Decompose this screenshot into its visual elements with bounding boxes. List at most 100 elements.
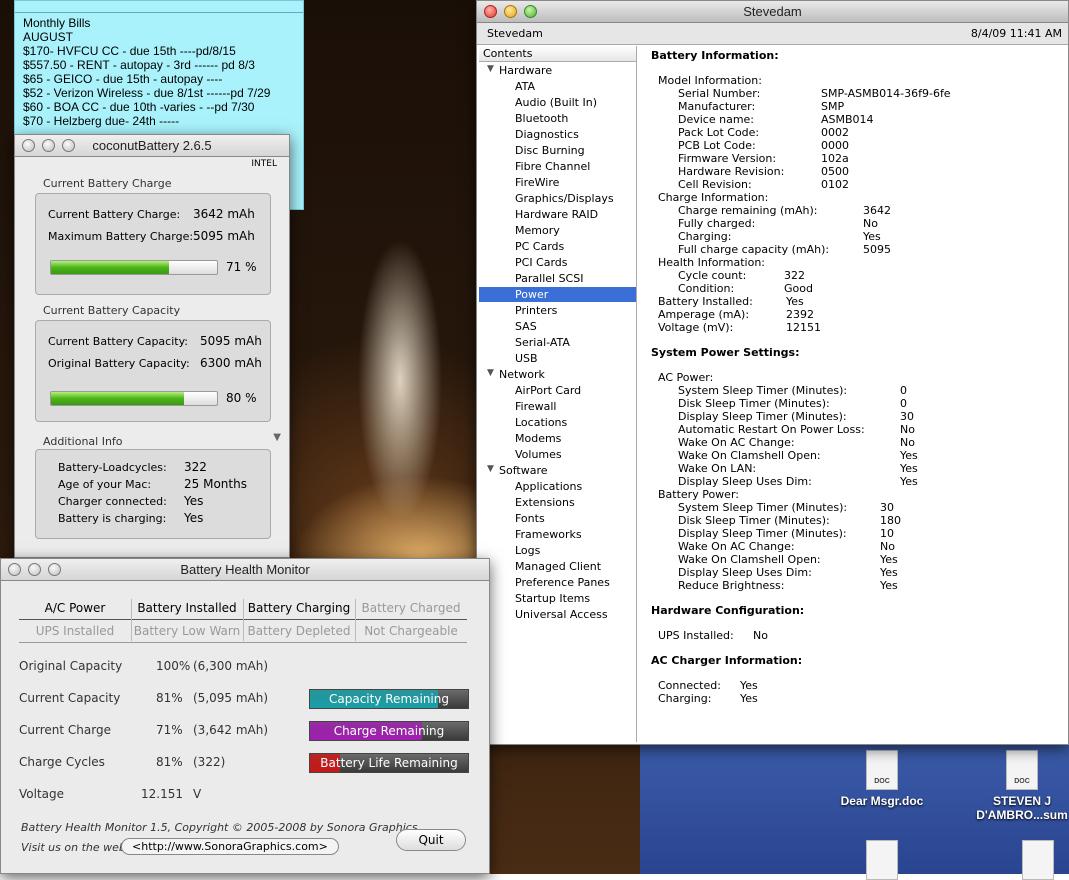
detail-label: Wake On Clamshell Open: [678,449,821,462]
current-charge-label: Current Battery Charge: [48,208,181,221]
stat-percent: 71% [156,723,183,737]
disclosure-triangle-icon[interactable]: ▼ [487,64,494,74]
sticky-note-titlebar[interactable] [15,1,303,13]
sidebar-item-firewire[interactable]: FireWire [515,176,559,189]
minimize-button[interactable] [42,139,55,152]
zoom-button[interactable] [524,5,537,18]
sidebar-item-applications[interactable]: Applications [515,480,582,493]
close-button[interactable] [8,563,21,576]
document-icon[interactable] [866,840,898,880]
sidebar-item-software[interactable]: Software [499,464,548,477]
sidebar-item-network[interactable]: Network [499,368,545,381]
document-icon[interactable] [1022,840,1054,880]
sidebar-item-bluetooth[interactable]: Bluetooth [515,112,568,125]
minimize-button[interactable] [504,5,517,18]
current-charge-value: 3642 mAh [193,207,255,221]
disclosure-triangle-icon[interactable]: ▼ [273,432,281,443]
minimize-button[interactable] [28,563,41,576]
sidebar-item-firewall[interactable]: Firewall [515,400,556,413]
sidebar-item-startup-items[interactable]: Startup Items [515,592,590,605]
sidebar-item-serial-ata[interactable]: Serial-ATA [515,336,570,349]
contents-header[interactable]: Contents [479,46,636,62]
detail-value: ASMB014 [821,113,874,126]
sidebar-item-power[interactable]: Power [515,288,548,301]
sticky-note-line[interactable]: $60 - BOA CC - due 10th -varies - --pd 7… [23,100,295,114]
sidebar-item-usb[interactable]: USB [515,352,538,365]
status-divider [243,599,244,641]
detail-label: Fully charged: [678,217,756,230]
sidebar-item-disc-burning[interactable]: Disc Burning [515,144,585,157]
sidebar-item-graphics-displays[interactable]: Graphics/Displays [515,192,614,205]
sidebar-item-printers[interactable]: Printers [515,304,557,317]
quit-button[interactable]: Quit [396,829,466,851]
stat-label: Charge Cycles [19,755,105,769]
original-capacity-label: Original Battery Capacity: [48,357,190,370]
visit-text: Visit us on the web [21,841,126,854]
sticky-note-line[interactable]: $65 - GEICO - due 15th - autopay ---- [23,72,295,86]
close-button[interactable] [484,5,497,18]
stat-percent: 12.151 [141,787,183,801]
sticky-note-text[interactable]: Monthly Bills AUGUST $170- HVFCU CC - due … [23,16,295,128]
sidebar-item-ata[interactable]: ATA [515,80,535,93]
detail-value: Yes [740,679,758,692]
detail-label: System Sleep Timer (Minutes): [678,384,848,397]
sidebar-item-preference-panes[interactable]: Preference Panes [515,576,610,589]
sidebar-item-parallel-scsi[interactable]: Parallel SCSI [515,272,583,285]
detail-label: Display Sleep Timer (Minutes): [678,527,847,540]
coconutbattery-window[interactable]: coconutBattery 2.6.5 INTEL Current Batte… [14,134,290,558]
original-capacity-value: 6300 mAh [200,356,262,370]
sidebar-item-extensions[interactable]: Extensions [515,496,575,509]
sticky-note-line[interactable]: $170- HVFCU CC - due 15th ----pd/8/15 [23,44,295,58]
desktop-file-icon-1[interactable]: DOC Dear Msgr.doc [822,750,942,808]
window-titlebar[interactable]: coconutBattery 2.6.5 [15,135,289,157]
system-profiler-window[interactable]: Stevedam Stevedam 8/4/09 11:41 AM Conten… [476,0,1069,745]
sidebar-item-locations[interactable]: Locations [515,416,567,429]
sticky-note-line[interactable]: $70 - Helzberg due- 24th ----- [23,114,295,128]
sticky-note-line[interactable]: AUGUST [23,30,295,44]
sidebar-item-pci-cards[interactable]: PCI Cards [515,256,568,269]
capacity-progress-bar [50,391,218,406]
sidebar-item-memory[interactable]: Memory [515,224,560,237]
zoom-button[interactable] [48,563,61,576]
sidebar-item-pc-cards[interactable]: PC Cards [515,240,564,253]
window-titlebar[interactable]: Stevedam [477,1,1068,23]
section-header: Hardware Configuration: [651,604,805,617]
detail-label: System Sleep Timer (Minutes): [678,501,848,514]
sidebar-item-hardware-raid[interactable]: Hardware RAID [515,208,598,221]
sidebar-item-logs[interactable]: Logs [515,544,540,557]
sidebar-item-fonts[interactable]: Fonts [515,512,545,525]
detail-value: 0 [900,384,907,397]
remaining-bar-label: Charge Remaining [333,724,445,738]
detail-label: Wake On Clamshell Open: [678,553,821,566]
close-button[interactable] [22,139,35,152]
website-link[interactable]: <http://www.SonoraGraphics.com> [121,838,339,855]
zoom-button[interactable] [62,139,75,152]
disclosure-triangle-icon[interactable]: ▼ [487,368,494,378]
contents-sidebar[interactable]: Contents ▼ Hardware ATA Audio (Built In) Blu… [479,46,637,742]
sidebar-item-hardware[interactable]: Hardware [499,64,552,77]
sticky-note-line[interactable]: $557.50 - RENT - autopay - 3rd ------ pd… [23,58,295,72]
sidebar-item-sas[interactable]: SAS [515,320,537,333]
sidebar-item-audio-built-in-[interactable]: Audio (Built In) [515,96,597,109]
sidebar-item-modems[interactable]: Modems [515,432,561,445]
detail-label: Connected: [658,679,721,692]
sidebar-item-fibre-channel[interactable]: Fibre Channel [515,160,590,173]
detail-label: Display Sleep Timer (Minutes): [678,410,847,423]
sidebar-item-managed-client[interactable]: Managed Client [515,560,601,573]
sidebar-item-universal-access[interactable]: Universal Access [515,608,608,621]
sidebar-item-volumes[interactable]: Volumes [515,448,562,461]
detail-label: Charge Information: [658,191,769,204]
window-titlebar[interactable]: Battery Health Monitor [1,559,489,581]
desktop-file-icon-2[interactable]: DOC STEVEN J D'AMBRO...sum [975,750,1069,822]
sidebar-item-airport-card[interactable]: AirPort Card [515,384,581,397]
battery-health-monitor-window[interactable]: Battery Health Monitor A/C Power Battery … [0,558,490,874]
detail-label: Device name: [678,113,755,126]
disclosure-triangle-icon[interactable]: ▼ [487,464,494,474]
sidebar-item-frameworks[interactable]: Frameworks [515,528,582,541]
sticky-note-line[interactable]: $52 - Verizon Wireless - due 8/1st -----… [23,86,295,100]
stat-percent: 100% [156,659,191,673]
detail-value: Yes [900,449,918,462]
sticky-note-line[interactable]: Monthly Bills [23,16,295,30]
detail-label: Wake On AC Change: [678,540,795,553]
sidebar-item-diagnostics[interactable]: Diagnostics [515,128,579,141]
